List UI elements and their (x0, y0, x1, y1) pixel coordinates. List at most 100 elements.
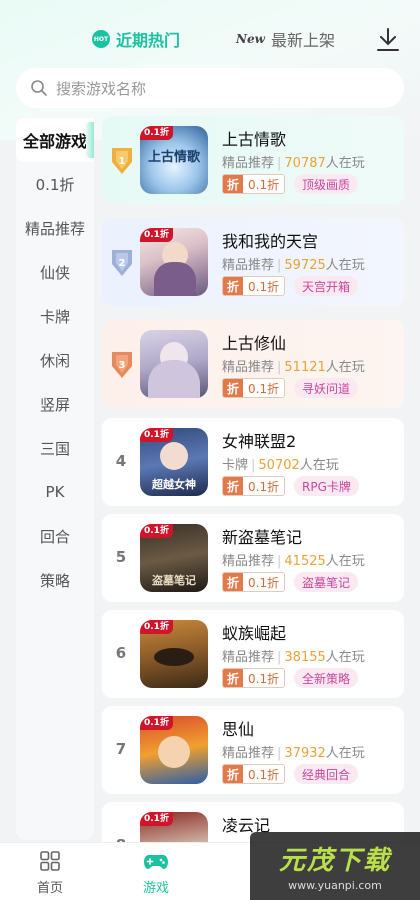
category-sidebar: 全部游戏 0.1折 精品推荐 仙侠 卡牌 休闲 竖屏 三国 PK 回合 策略 (16, 116, 94, 840)
nav-game[interactable]: 游戏 (126, 849, 186, 896)
game-name: 蚁族崛起 (222, 624, 287, 643)
sidebar-item-casual[interactable]: 休闲 (16, 338, 94, 382)
game-card[interactable]: 3 上古修仙 精品推荐 | 51121人在玩 折 0.1折 寻妖问道 (102, 320, 404, 408)
player-suffix: 人在玩 (325, 360, 365, 375)
player-count: 38155 (284, 650, 326, 665)
game-category: 精品推荐 (222, 746, 275, 761)
feature-tag: 寻妖问道 (294, 378, 359, 398)
hot-badge-icon: HOT (92, 30, 110, 48)
discount-corner-tag: 0.1折 (140, 126, 173, 140)
icon-title: 上古情歌 (147, 150, 200, 165)
tab-new[interactable]: New 最新上架 (236, 24, 335, 54)
game-icon: 0.1折 (140, 716, 208, 784)
game-name: 我和我的天宫 (222, 232, 319, 251)
game-icon: 0.1折 超越女神 (140, 428, 208, 496)
game-card[interactable]: 7 0.1折 思仙 精品推荐 | 37932人在玩 折 0.1折 经典回合 (102, 706, 404, 794)
tab-hot[interactable]: HOT 近期热门 (92, 24, 180, 54)
game-card[interactable]: 1 0.1折 上古情歌 上古情歌 精品推荐 | 70787人在玩 折 0.1折 顶级画… (102, 116, 404, 204)
silver-medal-icon: 2 (112, 250, 132, 276)
nav-game-label: 游戏 (142, 881, 169, 896)
feature-tag: 天宫开箱 (294, 276, 359, 296)
game-icon (140, 330, 208, 398)
sidebar-item-three-kingdoms[interactable]: 三国 (16, 426, 94, 470)
player-count: 70787 (284, 156, 326, 171)
icon-title: 超越女神 (152, 478, 196, 491)
watermark-title: 元茂下载 (278, 846, 391, 876)
discount-badge: 折 0.1折 (222, 476, 286, 496)
game-meta: 精品推荐 | 38155人在玩 (222, 650, 365, 665)
search-input[interactable]: 搜索游戏名称 (16, 68, 404, 108)
gamepad-icon (144, 855, 168, 869)
game-card[interactable]: 5 0.1折 盗墓笔记 新盗墓笔记 精品推荐 | 41525人在玩 折 0.1折 盗墓… (102, 514, 404, 602)
feature-tag: 顶级画质 (294, 174, 359, 194)
game-card[interactable]: 2 0.1折 我和我的天宫 精品推荐 | 59725人在玩 折 0.1折 天宫开箱 (102, 218, 404, 306)
sidebar-item-turn-based[interactable]: 回合 (16, 514, 94, 558)
game-meta: 精品推荐 | 70787人在玩 (222, 156, 365, 171)
player-count: 59725 (284, 258, 326, 273)
feature-tag: RPG卡牌 (294, 476, 359, 496)
sidebar-item-pk[interactable]: PK (16, 470, 94, 514)
player-count: 41525 (284, 554, 326, 569)
player-suffix: 人在玩 (325, 554, 365, 569)
sidebar-item-vertical[interactable]: 竖屏 (16, 382, 94, 426)
player-suffix: 人在玩 (325, 156, 365, 171)
rank-number: 5 (115, 548, 127, 566)
game-meta: 精品推荐 | 37932人在玩 (222, 746, 365, 761)
player-suffix: 人在玩 (325, 258, 365, 273)
header: HOT 近期热门 New 最新上架 (0, 22, 420, 58)
sidebar-item-featured[interactable]: 精品推荐 (16, 206, 94, 250)
rank-number: 6 (115, 644, 127, 662)
discount-corner-tag: 0.1折 (140, 428, 173, 442)
player-suffix: 人在玩 (325, 746, 365, 761)
discount-badge: 折 0.1折 (222, 378, 286, 398)
sidebar-item-all[interactable]: 全部游戏 (16, 118, 94, 162)
sidebar-item-discount[interactable]: 0.1折 (16, 162, 94, 206)
discount-corner-tag: 0.1折 (140, 228, 173, 242)
game-meta: 卡牌 | 50702人在玩 (222, 458, 339, 473)
watermark-url: www.yuanpi.com (288, 879, 382, 892)
game-category: 精品推荐 (222, 360, 275, 375)
sidebar-item-card[interactable]: 卡牌 (16, 294, 94, 338)
game-card[interactable]: 6 0.1折 蚁族崛起 精品推荐 | 38155人在玩 折 0.1折 全新策略 (102, 610, 404, 698)
sidebar-item-xianxia[interactable]: 仙侠 (16, 250, 94, 294)
game-category: 精品推荐 (222, 258, 275, 273)
game-category: 精品推荐 (222, 650, 275, 665)
game-icon: 0.1折 (140, 228, 208, 296)
feature-tag: 经典回合 (294, 764, 359, 784)
icon-title: 盗墓笔记 (152, 574, 196, 587)
game-card[interactable]: 4 0.1折 超越女神 女神联盟2 卡牌 | 50702人在玩 折 0.1折 RPG卡… (102, 418, 404, 506)
gold-medal-icon: 1 (112, 148, 132, 174)
search-icon (31, 80, 47, 96)
new-badge-icon: New (236, 32, 265, 46)
tab-new-label: 最新上架 (270, 31, 335, 50)
sidebar-item-strategy[interactable]: 策略 (16, 558, 94, 602)
discount-corner-tag: 0.1折 (140, 524, 173, 538)
grid-icon (40, 851, 60, 871)
bronze-medal-icon: 3 (112, 352, 132, 378)
game-icon: 0.1折 (140, 620, 208, 688)
download-icon[interactable] (374, 26, 402, 54)
discount-corner-tag: 0.1折 (140, 812, 173, 826)
feature-tag: 盗墓笔记 (294, 572, 359, 592)
search-placeholder: 搜索游戏名称 (56, 79, 147, 98)
watermark-logo: 元茂下载 www.yuanpi.com (250, 832, 420, 900)
player-suffix: 人在玩 (325, 650, 365, 665)
discount-corner-tag: 0.1折 (140, 716, 173, 730)
rank-number: 7 (115, 740, 127, 758)
tab-hot-label: 近期热门 (116, 31, 181, 50)
discount-corner-tag: 0.1折 (140, 620, 173, 634)
feature-tag: 全新策略 (294, 668, 359, 688)
rank-number: 4 (115, 452, 127, 470)
nav-home[interactable]: 首页 (20, 849, 80, 896)
player-count: 50702 (258, 458, 300, 473)
player-suffix: 人在玩 (299, 458, 339, 473)
rank-number: 2 (119, 258, 126, 269)
game-name: 女神联盟2 (222, 432, 297, 451)
discount-badge: 折 0.1折 (222, 764, 286, 784)
game-category: 精品推荐 (222, 554, 275, 569)
game-meta: 精品推荐 | 41525人在玩 (222, 554, 365, 569)
nav-home-label: 首页 (36, 881, 63, 896)
player-count: 37932 (284, 746, 326, 761)
game-icon: 0.1折 上古情歌 (140, 126, 208, 194)
discount-badge: 折 0.1折 (222, 668, 286, 688)
